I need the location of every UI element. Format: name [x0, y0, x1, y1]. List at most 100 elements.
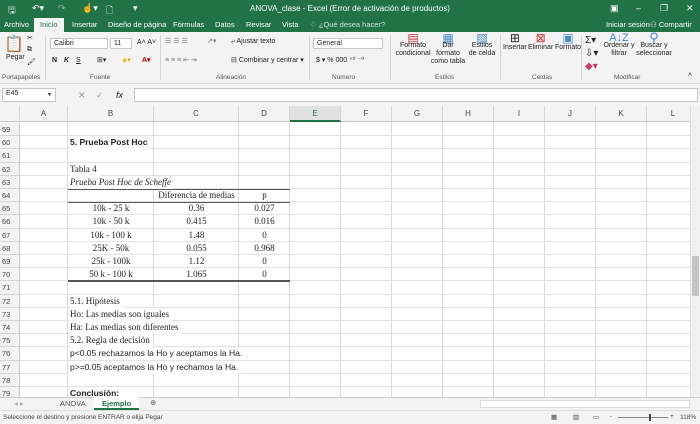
- column-header-f[interactable]: F: [341, 106, 392, 122]
- zoom-level[interactable]: 118%: [680, 414, 696, 421]
- cell-b68[interactable]: 25K - 50k: [68, 242, 154, 255]
- cell-d65[interactable]: 0.027: [239, 202, 290, 215]
- cell-c64[interactable]: Diferencia de medias: [154, 189, 239, 202]
- cell-d64[interactable]: p: [239, 189, 290, 202]
- column-header-i[interactable]: I: [494, 106, 545, 122]
- signin-link[interactable]: Iniciar sesión: [606, 20, 650, 29]
- row-header-77[interactable]: 77: [0, 360, 20, 374]
- format-table-button[interactable]: ▦ Dar formato como tabla: [430, 32, 466, 66]
- row-header-59[interactable]: 59: [0, 123, 20, 137]
- row-header-75[interactable]: 75: [0, 334, 20, 348]
- row-header-71[interactable]: 71: [0, 281, 20, 295]
- row-header-74[interactable]: 74: [0, 321, 20, 335]
- scroll-thumb[interactable]: [692, 256, 699, 296]
- enter-icon[interactable]: ✓: [96, 90, 104, 101]
- row-header-68[interactable]: 68: [0, 241, 20, 255]
- cell-c65[interactable]: 0.36: [154, 202, 239, 215]
- column-header-c[interactable]: C: [154, 106, 239, 122]
- tab-formulas[interactable]: Fórmulas: [173, 20, 204, 29]
- sheet-tab-ejemplo[interactable]: Ejemplo: [94, 397, 140, 410]
- row-header-61[interactable]: 61: [0, 149, 20, 163]
- cell-d69[interactable]: 0: [239, 255, 290, 268]
- grow-font-icon[interactable]: A˄ A˅: [137, 39, 156, 46]
- column-header-a[interactable]: A: [20, 106, 68, 122]
- row-header-76[interactable]: 76: [0, 347, 20, 361]
- insert-cells-button[interactable]: ⊞ Insertar: [503, 32, 527, 52]
- cut-icon[interactable]: ✂: [27, 34, 33, 42]
- column-header-h[interactable]: H: [443, 106, 494, 122]
- orientation-icon[interactable]: ↗▾: [207, 37, 216, 45]
- row-header-78[interactable]: 78: [0, 373, 20, 387]
- borders-icon[interactable]: ⊞▾: [97, 56, 106, 64]
- row-header-60[interactable]: 60: [0, 136, 20, 150]
- formula-input[interactable]: [134, 88, 698, 102]
- cell-b65[interactable]: 10k - 25 k: [68, 202, 154, 215]
- column-header-b[interactable]: B: [68, 106, 154, 122]
- cell-b74[interactable]: Ha: Las medias son diferentes: [70, 321, 182, 334]
- horizontal-scrollbar[interactable]: [480, 400, 690, 408]
- tab-insertar[interactable]: Insertar: [72, 20, 97, 29]
- font-name-select[interactable]: Calibri: [50, 38, 108, 49]
- share-button[interactable]: ⚇ Compartir: [650, 20, 692, 29]
- zoom-in-icon[interactable]: +: [670, 413, 674, 420]
- fill-color-icon[interactable]: ◈▾: [122, 56, 131, 64]
- number-format-select[interactable]: General: [313, 38, 383, 49]
- cell-b72[interactable]: 5.1. Hipótesis: [70, 294, 123, 308]
- cell-b60[interactable]: 5. Prueba Post Hoc: [70, 136, 151, 150]
- column-header-j[interactable]: J: [545, 106, 596, 122]
- tab-vista[interactable]: Vista: [282, 20, 299, 29]
- cell-d67[interactable]: 0: [239, 229, 290, 242]
- minimize-button[interactable]: –: [636, 3, 641, 13]
- row-header-66[interactable]: 66: [0, 215, 20, 229]
- underline-button[interactable]: S: [76, 57, 81, 64]
- font-size-select[interactable]: 11: [110, 38, 132, 49]
- zoom-slider-thumb[interactable]: [649, 414, 651, 421]
- wrap-text-button[interactable]: ⤶ Ajustar texto: [231, 38, 275, 46]
- row-header-79[interactable]: 79: [0, 387, 20, 397]
- paste-icon[interactable]: 📋: [4, 34, 24, 54]
- cell-c67[interactable]: 1.48: [154, 229, 239, 242]
- cell-b63[interactable]: Prueba Post Hoc de Scheffe: [70, 175, 174, 189]
- vertical-scrollbar[interactable]: [690, 106, 700, 397]
- close-button[interactable]: ✕: [686, 3, 694, 14]
- collapse-ribbon-icon[interactable]: ˄: [688, 72, 692, 79]
- bold-button[interactable]: N: [52, 57, 57, 64]
- name-box-dropdown-icon[interactable]: ▾: [48, 91, 51, 98]
- copy-icon[interactable]: ⧉: [27, 46, 32, 54]
- row-header-72[interactable]: 72: [0, 294, 20, 308]
- currency-icon[interactable]: $ ▾ % 000 ⁺⁰ ⁻⁰: [316, 56, 364, 64]
- row-header-73[interactable]: 73: [0, 307, 20, 321]
- row-header-63[interactable]: 63: [0, 175, 20, 189]
- font-color-icon[interactable]: A▾: [142, 56, 151, 64]
- cell-d66[interactable]: 0.016: [239, 215, 290, 228]
- conditional-format-button[interactable]: ▤ Formato condicional: [395, 32, 431, 58]
- delete-cells-button[interactable]: ⊠ Eliminar: [528, 32, 553, 52]
- insert-function-icon[interactable]: fx: [116, 90, 123, 100]
- column-header-l[interactable]: L: [647, 106, 690, 122]
- worksheet-grid[interactable]: A B C D E F G H I J K L 59 60 5. Prueba Post Hoc 61 62 Ta…: [0, 106, 690, 397]
- sheet-tab-anova[interactable]: ANOVA: [60, 399, 86, 408]
- cell-b67[interactable]: 10k - 100 k: [68, 229, 154, 242]
- find-select-button[interactable]: ⚲ Buscar y seleccionar: [636, 31, 672, 58]
- autosum-icon[interactable]: Σ▾ ⇩▾ ◆▾: [585, 34, 598, 73]
- cell-b77[interactable]: p>=0.05 aceptamos la Ho y rechamos la Ha…: [70, 360, 242, 374]
- cell-b79[interactable]: Conclusión:: [70, 387, 123, 397]
- sheet-nav-icon[interactable]: ◂ ▸: [14, 399, 24, 408]
- merge-center-button[interactable]: ⊟ Combinar y centrar ▾: [231, 56, 304, 64]
- tab-datos[interactable]: Datos: [215, 20, 235, 29]
- align-top-icon[interactable]: ☰ ☰ ☰: [165, 37, 188, 45]
- select-all-button[interactable]: [0, 106, 20, 122]
- column-header-k[interactable]: K: [596, 106, 647, 122]
- restore-button[interactable]: ❐: [660, 3, 668, 14]
- cell-c70[interactable]: 1.065: [154, 268, 239, 281]
- cell-b66[interactable]: 10k - 50 k: [68, 215, 154, 228]
- row-header-67[interactable]: 67: [0, 228, 20, 242]
- clear-icon[interactable]: ◆▾: [585, 61, 598, 72]
- cell-b70[interactable]: 50 k - 100 k: [68, 268, 154, 281]
- column-header-e[interactable]: E: [290, 106, 341, 122]
- row-header-62[interactable]: 62: [0, 162, 20, 176]
- cell-c69[interactable]: 1.12: [154, 255, 239, 268]
- zoom-out-icon[interactable]: -: [610, 413, 612, 420]
- format-painter-icon[interactable]: 🖌: [27, 58, 36, 66]
- align-left-icon[interactable]: ≡ ≡ ≡ ⇤ ⇥: [165, 56, 197, 64]
